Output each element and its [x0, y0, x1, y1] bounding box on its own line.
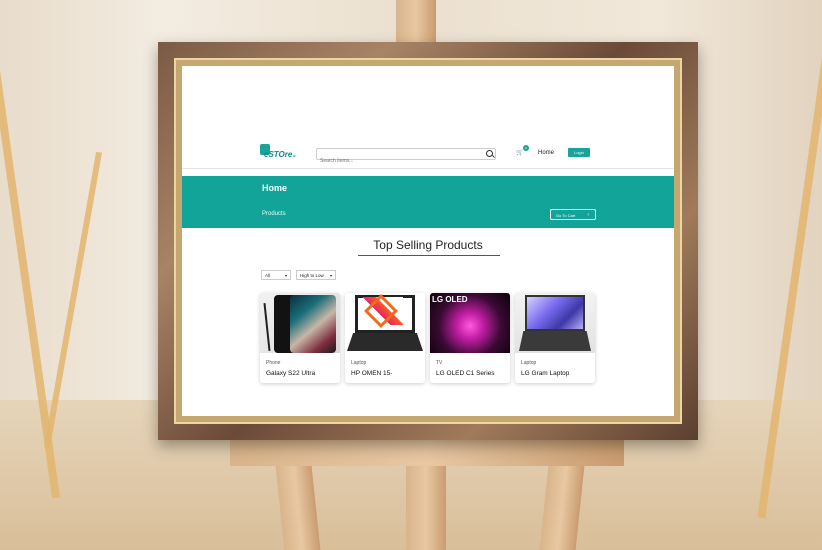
title-underline: [358, 255, 500, 256]
search-icon[interactable]: [486, 150, 493, 157]
product-card[interactable]: Laptop HP OMEN 15-: [345, 293, 425, 383]
logo-text: eSTOre.lk: [264, 150, 296, 159]
product-image: LG OLED: [430, 293, 510, 353]
product-card[interactable]: Phone Galaxy S22 Ultra: [260, 293, 340, 383]
cart-count-badge: 0: [523, 145, 529, 151]
product-card[interactable]: LG OLED TV LG OLED C1 Series: [430, 293, 510, 383]
product-name: LG OLED C1 Series: [436, 370, 495, 377]
picture-frame: eSTOre.lk 🛒 0 Home Login Home Products G…: [158, 42, 698, 440]
category-filter-select[interactable]: All ▾: [261, 270, 291, 280]
chevron-down-icon: ▾: [284, 273, 287, 278]
product-category: Laptop: [521, 360, 537, 366]
product-name: HP OMEN 15-: [351, 370, 393, 377]
product-category: Laptop: [351, 360, 367, 366]
product-image: [515, 293, 595, 353]
section-title: Top Selling Products: [373, 238, 483, 252]
page-title: Home: [262, 183, 288, 193]
website-screen: eSTOre.lk 🛒 0 Home Login Home Products G…: [182, 66, 674, 416]
chevron-down-icon: ▾: [329, 273, 332, 278]
product-image: [345, 293, 425, 353]
breadcrumb[interactable]: Products: [262, 211, 286, 217]
store-logo[interactable]: eSTOre.lk: [260, 144, 300, 162]
sort-select[interactable]: High to Low ▾: [296, 270, 336, 280]
page-banner: Home Products Go To Cart ›: [182, 176, 674, 228]
search-bar: [316, 148, 496, 166]
frame-mat: eSTOre.lk 🛒 0 Home Login Home Products G…: [182, 66, 674, 416]
product-image: [260, 293, 340, 353]
easel-shelf: [230, 440, 624, 466]
frame-inner-border: eSTOre.lk 🛒 0 Home Login Home Products G…: [174, 58, 682, 424]
product-category: TV: [436, 360, 443, 366]
image-caption: LG OLED: [432, 295, 468, 304]
easel-leg-center: [406, 466, 446, 550]
chevron-right-icon: ›: [587, 212, 589, 218]
product-name: LG Gram Laptop: [521, 370, 570, 377]
product-category: Phone: [266, 360, 281, 366]
go-to-cart-button[interactable]: Go To Cart ›: [550, 209, 596, 220]
product-name: Galaxy S22 Ultra: [266, 370, 316, 377]
easel-top-post: [396, 0, 436, 48]
login-button[interactable]: Login: [568, 148, 590, 157]
search-input[interactable]: [317, 156, 477, 166]
navbar: eSTOre.lk 🛒 0 Home Login: [182, 140, 674, 169]
cart-icon[interactable]: 🛒: [516, 149, 523, 156]
product-card[interactable]: Laptop LG Gram Laptop: [515, 293, 595, 383]
nav-home-link[interactable]: Home: [538, 150, 554, 156]
